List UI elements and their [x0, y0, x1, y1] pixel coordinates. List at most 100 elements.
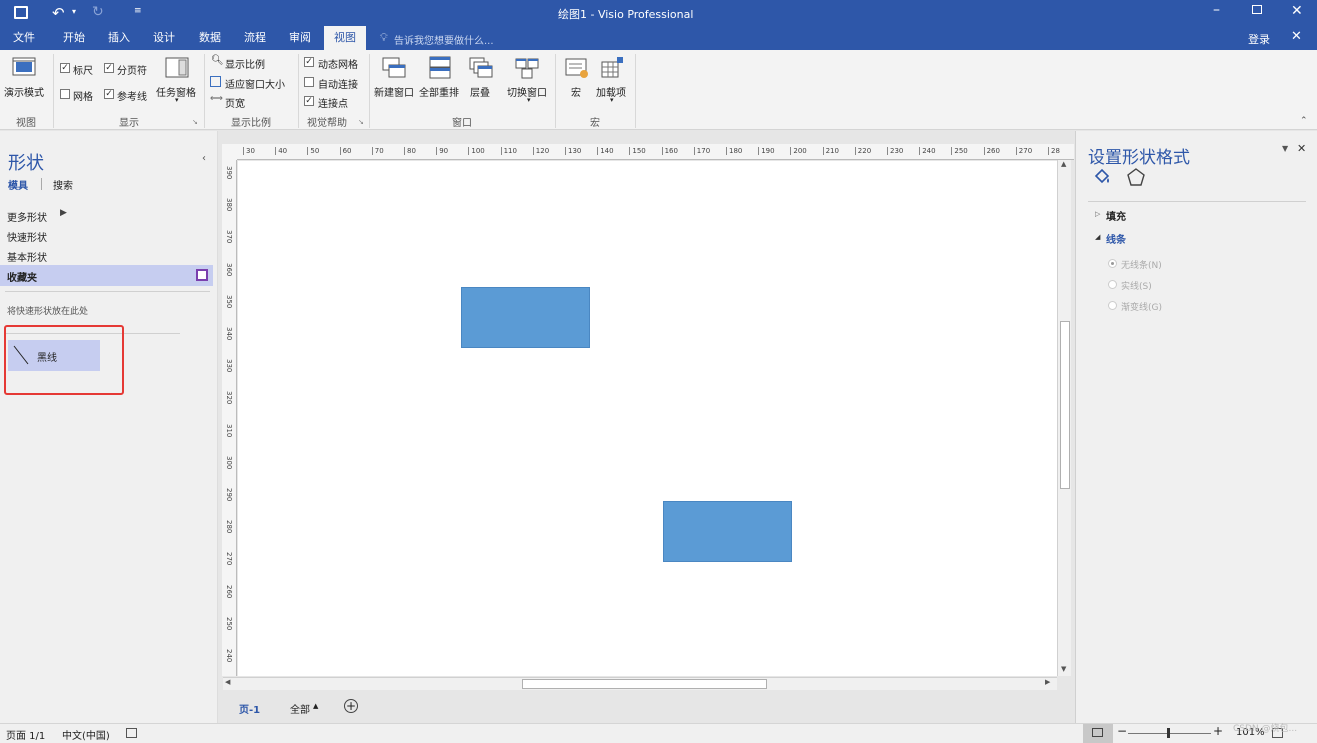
ruler-tick-label: 200 — [790, 147, 807, 155]
page-indicator[interactable]: 页面 1/1 — [6, 727, 45, 742]
pane-options-icon[interactable]: ▼ — [1282, 144, 1288, 153]
expand-fill-icon[interactable]: ▷ — [1095, 210, 1100, 218]
ruler-tick-label: 190 — [758, 147, 775, 155]
drawing-page[interactable] — [238, 161, 1057, 676]
ruler-tick-label: 270 — [225, 552, 233, 566]
tab-file[interactable]: 文件 — [6, 26, 42, 50]
grid-checkbox[interactable] — [60, 89, 70, 99]
scroll-left-icon[interactable]: ◀ — [225, 678, 230, 686]
auto-connect-checkbox[interactable] — [304, 77, 314, 87]
zoom-out-icon[interactable]: − — [1117, 724, 1127, 738]
tab-home[interactable]: 开始 — [56, 26, 92, 50]
ruler-tick-label: 140 — [597, 147, 614, 155]
tab-view[interactable]: 视图 — [324, 26, 366, 50]
undo-icon[interactable]: ↶ — [52, 4, 65, 22]
scroll-down-icon[interactable]: ▼ — [1061, 665, 1066, 673]
macro-record-icon[interactable] — [126, 728, 137, 738]
save-icon[interactable] — [14, 6, 28, 19]
cascade-button[interactable]: 层叠 — [470, 84, 490, 99]
dialog-launcher-icon[interactable]: ↘ — [192, 118, 198, 126]
fill-section[interactable]: 填充 — [1106, 208, 1126, 223]
fill-line-icon[interactable] — [1092, 167, 1112, 187]
dynamic-grid-checkbox[interactable]: ✓ — [304, 57, 314, 67]
scroll-up-icon[interactable]: ▲ — [1061, 160, 1066, 168]
shapes-pane-title: 形状 — [8, 153, 44, 174]
close-pane-icon[interactable]: ✕ — [1297, 142, 1306, 155]
format-shape-pane: 设置形状格式 ▼ ✕ ▷ 填充 ◢ 线条 无线条(N) 实线(S) 渐变线(G) — [1075, 131, 1317, 723]
line-section[interactable]: 线条 — [1106, 231, 1126, 246]
horizontal-scroll-thumb[interactable] — [522, 679, 767, 689]
tab-search[interactable]: 搜索 — [53, 177, 73, 192]
page-breaks-checkbox[interactable]: ✓ — [104, 63, 114, 73]
close-button[interactable]: ✕ — [1291, 3, 1303, 19]
gradient-line-label: 渐变线(G) — [1121, 303, 1162, 313]
ruler-tick-label: 370 — [225, 230, 233, 244]
rectangle-shape[interactable] — [663, 501, 792, 562]
chevron-up-icon: ▲ — [313, 702, 319, 710]
rectangle-shape[interactable] — [461, 287, 590, 348]
undo-dropdown-icon[interactable]: ▾ — [72, 7, 76, 16]
ruler-tick-label: 100 — [468, 147, 485, 155]
page-width-button[interactable]: 页宽 — [225, 95, 245, 110]
collapse-ribbon-icon[interactable]: ⌃ — [1300, 116, 1308, 126]
tab-insert[interactable]: 插入 — [101, 26, 137, 50]
tell-me-input[interactable]: 告诉我您想要做什么... — [394, 32, 494, 47]
fit-to-window-button[interactable]: 适应窗口大小 — [225, 76, 285, 91]
ruler-tick-label: 310 — [225, 423, 233, 437]
ruler-tick-label: 30 — [243, 147, 255, 155]
login-link[interactable]: 登录 — [1248, 31, 1270, 47]
horizontal-scrollbar[interactable]: ◀ ▶ — [223, 677, 1057, 690]
page-tab-current[interactable]: 页-1 — [239, 701, 260, 716]
ruler-tick-label: 340 — [225, 327, 233, 341]
close-doc-icon[interactable]: ✕ — [1291, 29, 1302, 44]
dialog-launcher-icon[interactable]: ↘ — [358, 118, 364, 126]
ruler-tick-label: 80 — [404, 147, 416, 155]
presentation-mode-button[interactable]: 演示模式 — [4, 84, 44, 99]
addons-icon — [601, 57, 623, 78]
guides-label: 参考线 — [117, 92, 147, 103]
macros-button[interactable]: 宏 — [571, 84, 581, 99]
effects-pentagon-icon[interactable] — [1126, 167, 1146, 187]
collapse-line-icon[interactable]: ◢ — [1095, 233, 1100, 241]
guides-checkbox[interactable]: ✓ — [104, 89, 114, 99]
title-bar: ↶ ▾ ↻ ≡ 绘图1 - Visio Professional – ✕ — [0, 0, 1317, 26]
solid-line-radio[interactable] — [1108, 280, 1117, 289]
vertical-scrollbar[interactable]: ▲ ▼ — [1057, 160, 1071, 676]
ruler-tick-label: 270 — [1015, 147, 1032, 155]
tab-design[interactable]: 设计 — [146, 26, 182, 50]
language-indicator[interactable]: 中文(中国) — [62, 727, 110, 742]
add-page-icon[interactable]: + — [344, 699, 358, 713]
minimize-button[interactable]: – — [1213, 2, 1220, 18]
new-window-button[interactable]: 新建窗口 — [374, 84, 414, 99]
tab-process[interactable]: 流程 — [237, 26, 273, 50]
tab-data[interactable]: 数据 — [192, 26, 228, 50]
arrange-all-button[interactable]: 全部重排 — [419, 84, 459, 99]
redo-icon[interactable]: ↻ — [92, 4, 104, 20]
connection-points-checkbox[interactable]: ✓ — [304, 96, 314, 106]
ruler-tick-label: 380 — [225, 198, 233, 212]
group-view-label: 视图 — [16, 118, 36, 129]
tab-review[interactable]: 审阅 — [282, 26, 318, 50]
macros-icon — [565, 58, 588, 78]
ruler-checkbox[interactable]: ✓ — [60, 63, 70, 73]
gradient-line-radio[interactable] — [1108, 301, 1117, 310]
annotation-red-box — [4, 325, 124, 395]
all-pages-button[interactable]: 全部 — [290, 701, 310, 716]
collapse-pane-icon[interactable]: ‹ — [202, 153, 206, 164]
format-pane-title: 设置形状格式 — [1088, 148, 1190, 168]
zoom-button[interactable]: 显示比例 — [225, 56, 265, 71]
customize-qat-icon[interactable]: ≡ — [134, 6, 142, 16]
tab-stencils[interactable]: 模具 — [8, 177, 28, 192]
save-stencil-icon[interactable] — [196, 269, 208, 281]
basic-shapes-item[interactable]: 基本形状 — [7, 249, 47, 264]
group-window-label: 窗口 — [452, 118, 472, 129]
quick-shapes-item[interactable]: 快速形状 — [7, 229, 47, 244]
restore-button[interactable] — [1252, 5, 1262, 14]
scroll-right-icon[interactable]: ▶ — [1045, 678, 1050, 686]
more-shapes-item[interactable]: 更多形状 — [7, 209, 47, 224]
vertical-scroll-thumb[interactable] — [1060, 321, 1070, 489]
zoom-in-icon[interactable]: + — [1213, 724, 1223, 738]
presentation-view-icon — [1092, 728, 1103, 737]
zoom-slider-thumb[interactable] — [1167, 728, 1170, 738]
favorites-item[interactable]: 收藏夹 — [7, 269, 37, 284]
